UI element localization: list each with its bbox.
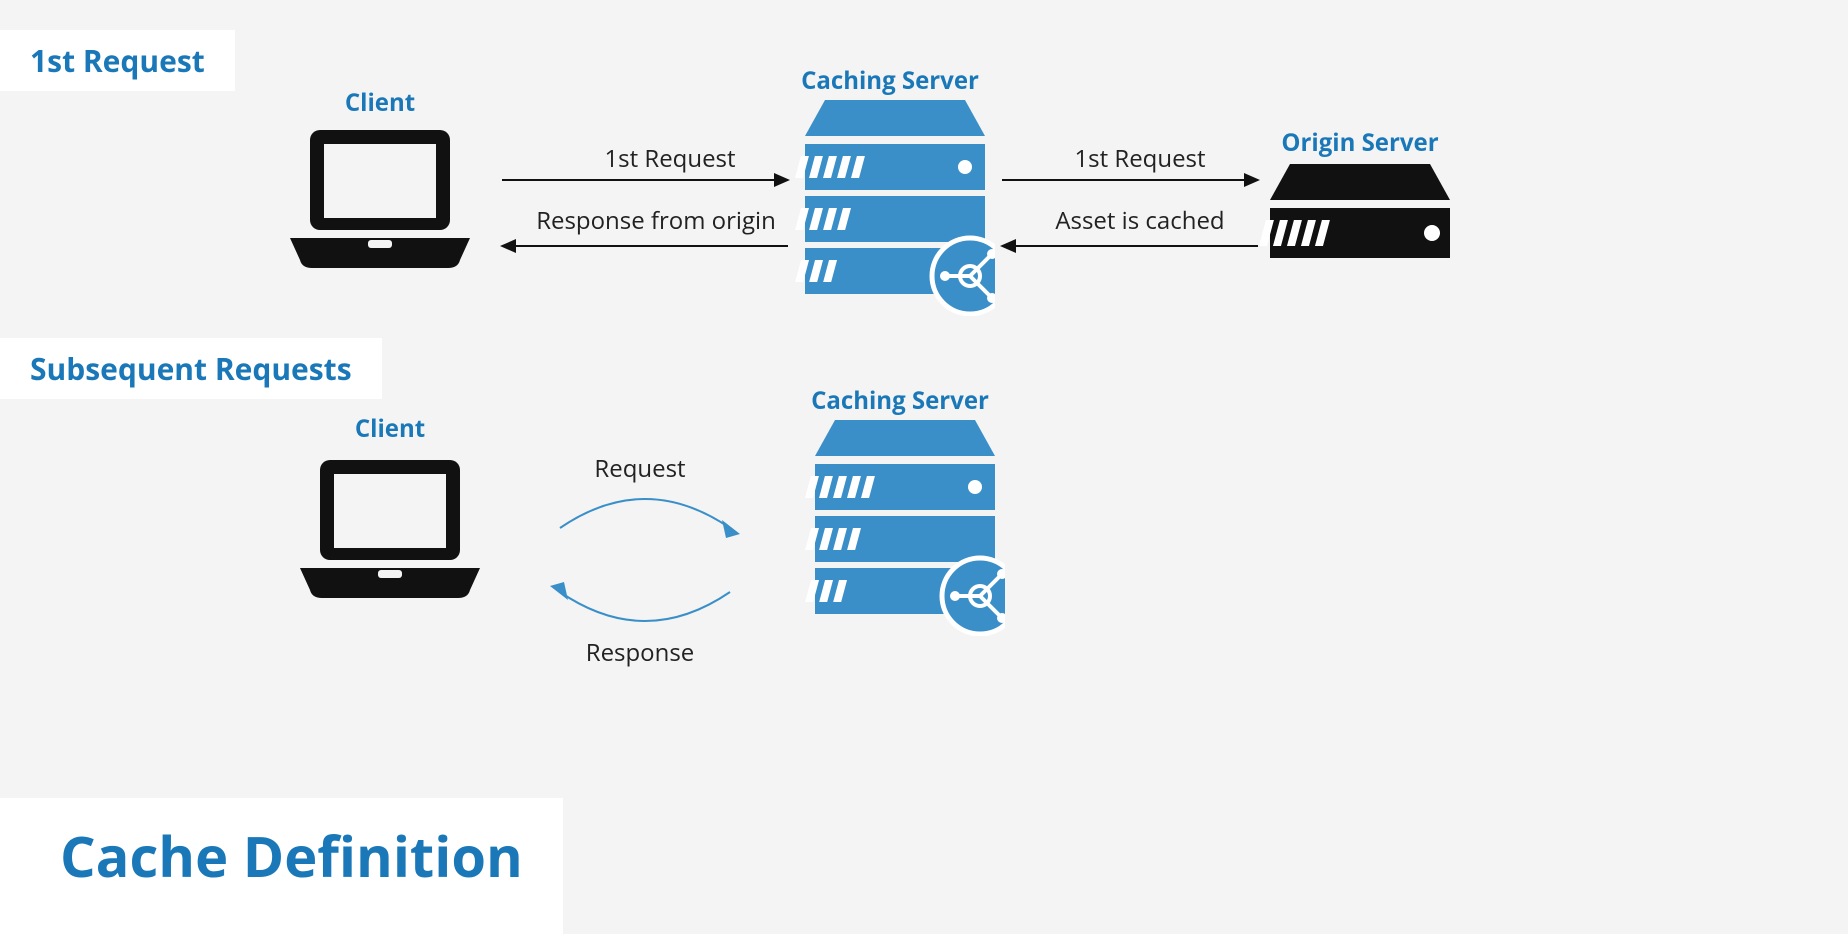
arrow-label-asset-cached: Asset is cached: [1010, 204, 1270, 237]
laptop-icon: [290, 450, 490, 615]
section-heading-first-text: 1st Request: [30, 40, 205, 81]
arrow-left-icon: [500, 236, 790, 261]
arrow-left-icon: [1000, 236, 1260, 261]
page-title-text: Cache Definition: [60, 818, 523, 894]
cycle-arrows-icon: [530, 480, 760, 645]
laptop-icon: [280, 120, 480, 285]
caching-server-label-2: Caching Server: [780, 384, 1020, 417]
client-label-2: Client: [310, 412, 470, 445]
section-heading-first: 1st Request: [0, 30, 235, 91]
caching-server-label-1: Caching Server: [770, 64, 1010, 97]
arrow-label-resp-origin: Response from origin: [506, 204, 806, 237]
arrow-right-icon: [1000, 170, 1260, 195]
server-stack-icon: [795, 96, 995, 321]
section-heading-subsequent-text: Subsequent Requests: [30, 348, 352, 389]
page-title: Cache Definition: [0, 798, 563, 934]
origin-server-icon: [1260, 160, 1460, 275]
section-heading-subsequent: Subsequent Requests: [0, 338, 382, 399]
arrow-right-icon: [500, 170, 790, 195]
client-label-1: Client: [300, 86, 460, 119]
server-stack-icon: [805, 416, 1005, 641]
origin-server-label: Origin Server: [1240, 126, 1480, 159]
